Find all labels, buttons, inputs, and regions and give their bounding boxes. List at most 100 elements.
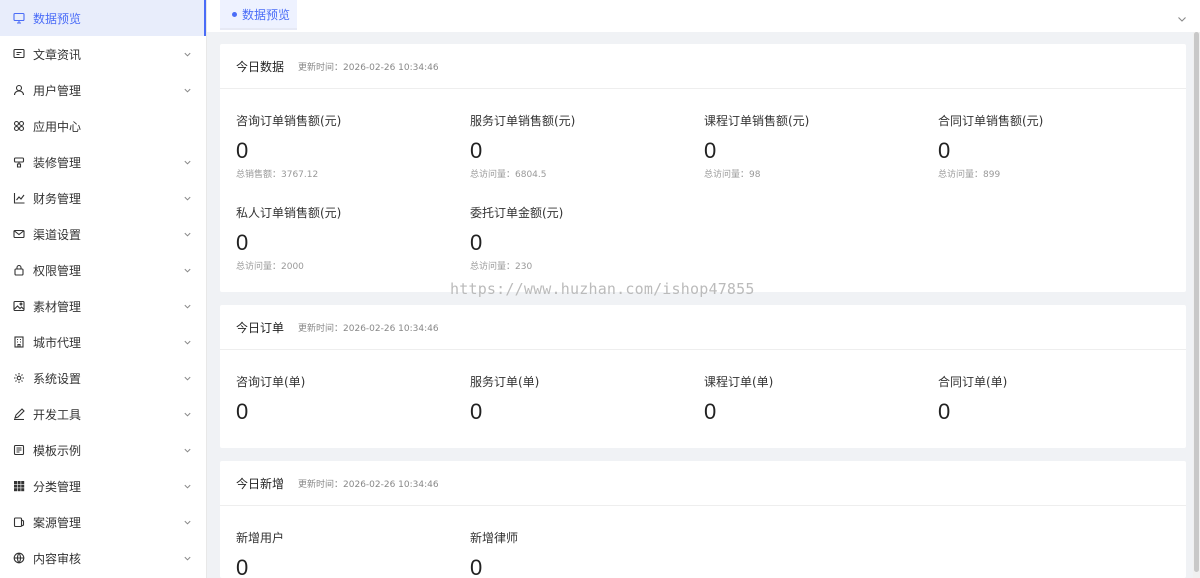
card-header: 今日数据 更新时间：2026-02-26 10:34:46 — [220, 44, 1186, 89]
today-new-card: 今日新增 更新时间：2026-02-26 10:34:46 新增用户 0 新增律… — [220, 461, 1186, 578]
stat-consult-sales: 咨询订单销售额(元) 0 总销售额：3767.12 — [236, 112, 456, 180]
scrollbar-thumb[interactable] — [1194, 32, 1199, 572]
stat-label: 服务订单销售额(元) — [470, 114, 576, 128]
stat-value: 0 — [470, 138, 483, 163]
active-dot — [232, 11, 237, 17]
stat-label: 服务订单(单) — [470, 375, 540, 389]
update-time: 更新时间：2026-02-26 10:34:46 — [298, 62, 439, 73]
sidebar-item-channels[interactable]: 渠道设置 — [0, 216, 206, 252]
sidebar-item-finance[interactable]: 财务管理 — [0, 180, 206, 216]
stat-sub: 总销售额：3767.12 — [236, 170, 319, 180]
chevron-down-icon — [182, 409, 192, 419]
sidebar-item-label: 权限管理 — [33, 263, 82, 278]
sidebar-item-label: 用户管理 — [33, 83, 82, 98]
chevron-down-icon — [182, 301, 192, 311]
sidebar-item-label: 开发工具 — [33, 407, 82, 422]
sidebar-item-data-preview[interactable]: 数据预览 — [0, 0, 206, 36]
stat-value: 0 — [236, 138, 249, 163]
sidebar-item-label: 装修管理 — [33, 155, 82, 170]
stat-value: 0 — [236, 399, 249, 424]
lock-icon — [13, 264, 25, 276]
stat-service-sales: 服务订单销售额(元) 0 总访问量：6804.5 — [470, 112, 690, 180]
vertical-scrollbar[interactable] — [1193, 32, 1200, 578]
sidebar-item-label: 应用中心 — [33, 119, 82, 134]
sidebar-item-dev-tools[interactable]: 开发工具 — [0, 396, 206, 432]
sidebar-item-case-sources[interactable]: 案源管理 — [0, 504, 206, 540]
stat-sub: 总访问量：98 — [704, 170, 761, 180]
card-title: 今日新增 — [236, 476, 285, 491]
monitor-icon — [13, 12, 25, 24]
card-title: 今日订单 — [236, 320, 285, 335]
stat-entrust-amount: 委托订单金额(元) 0 总访问量：230 — [470, 204, 690, 272]
sidebar-item-city-agents[interactable]: 城市代理 — [0, 324, 206, 360]
stat-sub: 总访问量：2000 — [236, 262, 304, 272]
stat-label: 新增律师 — [470, 531, 519, 545]
stat-value: 0 — [470, 399, 483, 424]
sidebar-item-apps[interactable]: 应用中心 — [0, 108, 206, 144]
stat-value: 0 — [938, 399, 951, 424]
stat-private-sales: 私人订单销售额(元) 0 总访问量：2000 — [236, 204, 456, 272]
sidebar-item-label: 模板示例 — [33, 443, 82, 458]
sidebar-item-label: 渠道设置 — [33, 227, 82, 242]
sidebar-item-categories[interactable]: 分类管理 — [0, 468, 206, 504]
stat-value: 0 — [470, 230, 483, 255]
update-time: 更新时间：2026-02-26 10:34:46 — [298, 323, 439, 334]
sidebar-item-label: 文章资讯 — [33, 47, 82, 62]
stat-label: 委托订单金额(元) — [470, 206, 564, 220]
today-orders-card: 今日订单 更新时间：2026-02-26 10:34:46 咨询订单(单) 0 … — [220, 305, 1186, 448]
chevron-down-icon[interactable] — [1176, 10, 1188, 22]
tab-bar: 数据预览 — [207, 0, 1200, 32]
update-time: 更新时间：2026-02-26 10:34:46 — [298, 479, 439, 490]
sidebar-item-label: 数据预览 — [33, 11, 82, 26]
grid-icon — [13, 480, 25, 492]
building-icon — [13, 336, 25, 348]
chevron-down-icon — [182, 337, 192, 347]
stat-label: 课程订单(单) — [704, 375, 774, 389]
sidebar-item-label: 内容审核 — [33, 551, 82, 566]
stat-service-orders: 服务订单(单) 0 — [470, 373, 690, 425]
sidebar-item-label: 分类管理 — [33, 479, 82, 494]
sidebar-item-system-settings[interactable]: 系统设置 — [0, 360, 206, 396]
stat-sub: 总访问量：230 — [470, 262, 533, 272]
brush-icon — [13, 156, 25, 168]
file-icon — [13, 516, 25, 528]
stat-new-users: 新增用户 0 — [236, 529, 456, 578]
image-icon — [13, 300, 25, 312]
watermark: https://www.huzhan.com/ishop47855 — [450, 280, 755, 298]
sidebar-item-label: 财务管理 — [33, 191, 82, 206]
stat-value: 0 — [704, 138, 717, 163]
sidebar-item-label: 素材管理 — [33, 299, 82, 314]
sidebar-item-materials[interactable]: 素材管理 — [0, 288, 206, 324]
user-icon — [13, 84, 25, 96]
sidebar-item-label: 系统设置 — [33, 371, 82, 386]
tab-data-preview[interactable]: 数据预览 — [220, 0, 297, 30]
chevron-down-icon — [182, 481, 192, 491]
tab-label: 数据预览 — [242, 7, 291, 22]
card-header: 今日订单 更新时间：2026-02-26 10:34:46 — [220, 305, 1186, 350]
stat-label: 私人订单销售额(元) — [236, 206, 342, 220]
stat-label: 合同订单销售额(元) — [938, 114, 1044, 128]
stat-sub: 总访问量：899 — [938, 170, 1001, 180]
chevron-down-icon — [182, 157, 192, 167]
mail-icon — [13, 228, 25, 240]
stat-label: 新增用户 — [236, 531, 285, 545]
sidebar-item-articles[interactable]: 文章资讯 — [0, 36, 206, 72]
card-title: 今日数据 — [236, 59, 285, 74]
stat-value: 0 — [236, 555, 249, 578]
sidebar-item-decoration[interactable]: 装修管理 — [0, 144, 206, 180]
stat-sub: 总访问量：6804.5 — [470, 170, 547, 180]
message-icon — [13, 48, 25, 60]
stat-value: 0 — [938, 138, 951, 163]
stat-label: 咨询订单(单) — [236, 375, 306, 389]
chart-icon — [13, 192, 25, 204]
stat-consult-orders: 咨询订单(单) 0 — [236, 373, 456, 425]
pen-icon — [13, 408, 25, 420]
sidebar-item-content-review[interactable]: 内容审核 — [0, 540, 206, 576]
sidebar-item-permissions[interactable]: 权限管理 — [0, 252, 206, 288]
sidebar-item-templates[interactable]: 模板示例 — [0, 432, 206, 468]
apps-icon — [13, 120, 25, 132]
chevron-down-icon — [182, 265, 192, 275]
stat-contract-orders: 合同订单(单) 0 — [938, 373, 1158, 425]
sidebar-item-users[interactable]: 用户管理 — [0, 72, 206, 108]
chevron-down-icon — [182, 229, 192, 239]
